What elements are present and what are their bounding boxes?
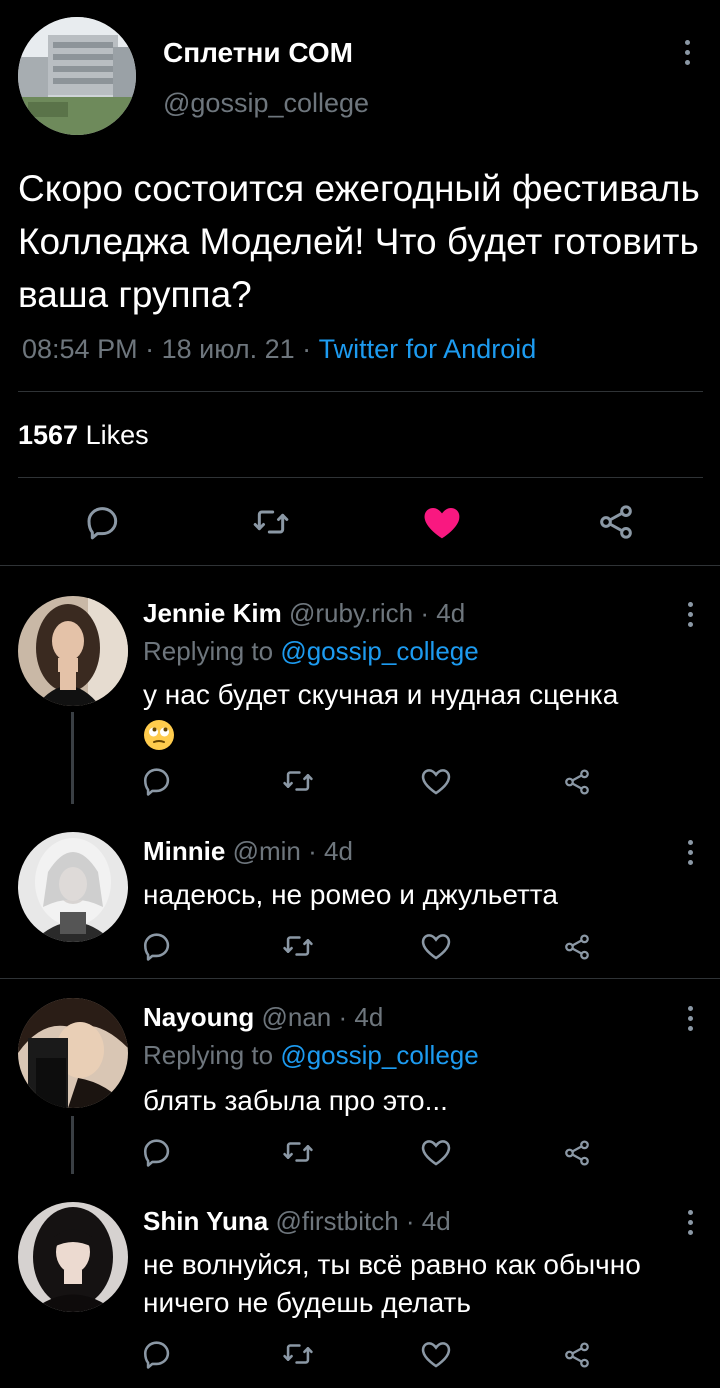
reply-header: Nayoung @nan · 4d	[143, 1002, 383, 1033]
reply-author-handle[interactable]: @firstbitch	[275, 1206, 398, 1236]
likes-label: Likes	[85, 420, 149, 450]
tweet-time: 08:54 PM	[22, 334, 138, 364]
reply-text: надеюсь, не ромео и джульетта	[143, 879, 558, 910]
dot-separator: ·	[300, 836, 324, 866]
more-options-icon[interactable]	[685, 602, 695, 627]
retweet-icon[interactable]	[280, 1134, 316, 1170]
reply-tweet[interactable]: Jennie Kim @ruby.rich · 4d Replying to @…	[0, 566, 720, 826]
divider	[18, 477, 703, 478]
share-icon[interactable]	[560, 1338, 594, 1372]
like-icon[interactable]	[418, 928, 454, 964]
replying-mention[interactable]: @gossip_college	[280, 636, 478, 666]
reply-text: у нас будет скучная и нудная сценка	[143, 676, 703, 752]
avatar[interactable]	[18, 832, 128, 942]
reply-age: 4d	[421, 1206, 451, 1236]
replying-prefix: Replying to	[143, 636, 281, 666]
retweet-icon[interactable]	[247, 498, 295, 546]
retweet-icon[interactable]	[280, 928, 316, 964]
meta-separator: ·	[294, 334, 319, 364]
reply-text: блять забыла про это...	[143, 1085, 448, 1116]
reply-author-handle[interactable]: @ruby.rich	[289, 598, 413, 628]
tweet-source-link[interactable]: Twitter for Android	[319, 334, 537, 364]
more-options-icon[interactable]	[685, 1006, 695, 1031]
reply-text-content: у нас будет скучная и нудная сценка	[143, 679, 619, 710]
reply-author-handle[interactable]: @min	[233, 836, 301, 866]
avatar[interactable]	[18, 998, 128, 1108]
reply-text: не волнуйся, ты всё равно как обычно нич…	[143, 1249, 641, 1318]
author-avatar[interactable]	[18, 17, 136, 135]
reply-tweet[interactable]: Minnie @min · 4d надеюсь, не ромео и джу…	[0, 826, 720, 980]
reply-age: 4d	[323, 836, 353, 866]
divider	[18, 391, 703, 392]
dot-separator: ·	[398, 1206, 422, 1236]
replying-to: Replying to @gossip_college	[143, 1040, 479, 1071]
reply-age: 4d	[436, 598, 466, 628]
like-icon[interactable]	[418, 1336, 454, 1372]
share-icon[interactable]	[592, 498, 640, 546]
share-icon[interactable]	[560, 930, 594, 964]
likes-number: 1567	[18, 420, 79, 450]
thread-line	[71, 712, 74, 804]
main-action-bar	[0, 498, 720, 546]
reply-header: Shin Yuna @firstbitch · 4d	[143, 1206, 451, 1237]
divider	[0, 978, 720, 979]
author-name[interactable]: Сплетни СОМ	[163, 37, 353, 69]
reply-icon[interactable]	[140, 1336, 176, 1372]
more-options-icon[interactable]	[685, 840, 695, 865]
avatar[interactable]	[18, 1202, 128, 1312]
meta-separator: ·	[137, 334, 162, 364]
more-options-icon[interactable]	[685, 1210, 695, 1235]
author-handle[interactable]: @gossip_college	[163, 88, 369, 119]
reply-author-name[interactable]: Minnie	[143, 836, 225, 866]
avatar[interactable]	[18, 596, 128, 706]
reply-icon[interactable]	[80, 498, 128, 546]
reply-header: Jennie Kim @ruby.rich · 4d	[143, 598, 465, 629]
reply-age: 4d	[354, 1002, 384, 1032]
retweet-icon[interactable]	[280, 1336, 316, 1372]
more-options-icon[interactable]	[682, 40, 692, 65]
like-icon-filled[interactable]	[418, 498, 466, 546]
face-with-rolling-eyes-icon	[144, 719, 174, 750]
reply-tweet[interactable]: Shin Yuna @firstbitch · 4d не волнуйся, …	[0, 1180, 720, 1388]
like-icon[interactable]	[418, 1134, 454, 1170]
reply-author-handle[interactable]: @nan	[261, 1002, 331, 1032]
reply-tweet[interactable]: Nayoung @nan · 4d Replying to @gossip_co…	[0, 980, 720, 1180]
reply-icon[interactable]	[140, 763, 176, 799]
main-tweet: Сплетни СОМ @gossip_college Скоро состои…	[0, 0, 720, 566]
tweet-meta: 08:54 PM · 18 июл. 21 · Twitter for Andr…	[22, 334, 536, 365]
share-icon[interactable]	[560, 765, 594, 799]
reply-icon[interactable]	[140, 1134, 176, 1170]
dot-separator: ·	[413, 598, 437, 628]
tweet-text: Скоро состоится ежегодный фестиваль Колл…	[18, 168, 700, 315]
likes-count[interactable]: 1567 Likes	[18, 420, 149, 451]
replying-mention[interactable]: @gossip_college	[280, 1040, 478, 1070]
reply-author-name[interactable]: Shin Yuna	[143, 1206, 268, 1236]
reply-header: Minnie @min · 4d	[143, 836, 353, 867]
replying-prefix: Replying to	[143, 1040, 281, 1070]
dot-separator: ·	[331, 1002, 355, 1032]
reply-author-name[interactable]: Nayoung	[143, 1002, 254, 1032]
reply-icon[interactable]	[140, 928, 176, 964]
retweet-icon[interactable]	[280, 763, 316, 799]
tweet-date: 18 июл. 21	[161, 334, 295, 364]
replying-to: Replying to @gossip_college	[143, 636, 479, 667]
like-icon[interactable]	[418, 763, 454, 799]
reply-author-name[interactable]: Jennie Kim	[143, 598, 282, 628]
thread-line	[71, 1116, 74, 1174]
share-icon[interactable]	[560, 1136, 594, 1170]
